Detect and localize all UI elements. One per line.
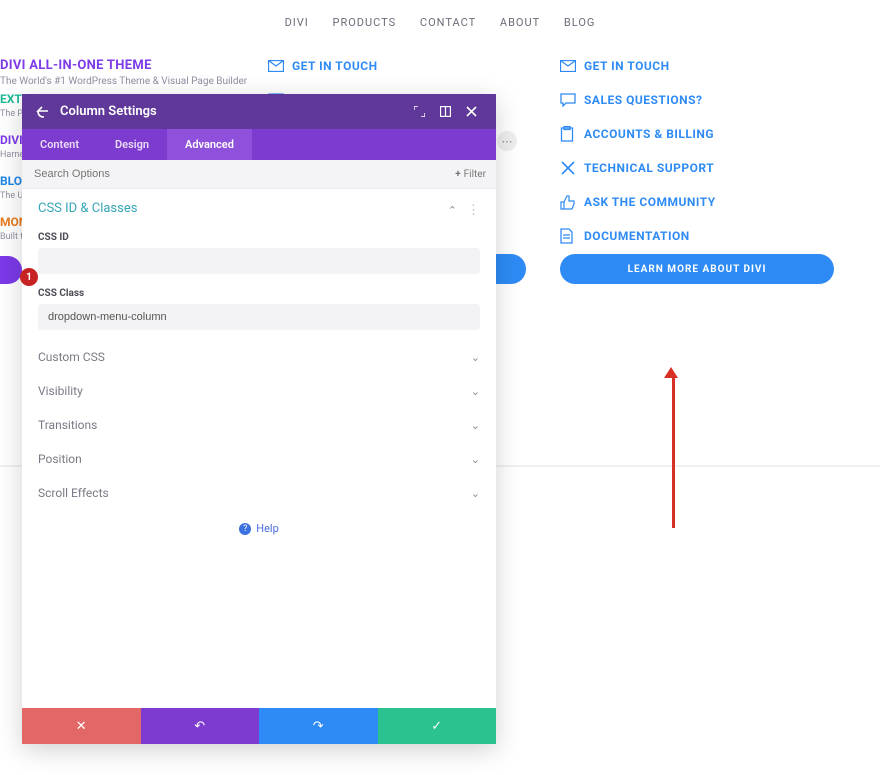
modal-body: CSS ID & Classes ⌃⋮ CSS ID CSS Class Cus… (22, 189, 496, 708)
hero-subtitle: The World's #1 WordPress Theme & Visual … (0, 76, 250, 87)
css-id-label: CSS ID (38, 232, 480, 243)
back-button[interactable] (36, 105, 50, 119)
tab-design[interactable]: Design (97, 129, 167, 160)
mail-icon (560, 60, 584, 72)
expand-icon[interactable] (414, 106, 430, 117)
field-css-class: CSS Class (22, 284, 496, 340)
link-label: GET IN TOUCH (292, 59, 378, 73)
ellipsis-badge[interactable]: ⋯ (497, 131, 517, 151)
nav-blog[interactable]: BLOG (564, 16, 596, 29)
link-label: DOCUMENTATION (584, 229, 690, 243)
link-label: TECHNICAL SUPPORT (584, 161, 714, 175)
chevron-up-icon: ⌃ (448, 204, 457, 217)
link-sales-questions[interactable]: SALES QUESTIONS? (560, 90, 830, 110)
css-class-label: CSS Class (38, 288, 480, 299)
redo-button[interactable]: ↷ (259, 708, 378, 744)
link-label: SALES QUESTIONS? (584, 93, 702, 107)
arrow-head-icon (664, 367, 678, 378)
link-get-in-touch[interactable]: GET IN TOUCH (268, 56, 538, 76)
section-visibility[interactable]: Visibility⌄ (22, 374, 496, 408)
css-class-input[interactable] (38, 304, 480, 330)
chevron-down-icon: ⌄ (471, 385, 480, 398)
section-css-id-classes[interactable]: CSS ID & Classes ⌃⋮ (22, 189, 496, 228)
top-nav: DIVI PRODUCTS CONTACT ABOUT BLOG (0, 16, 880, 29)
undo-button[interactable]: ↶ (141, 708, 260, 744)
chevron-down-icon: ⌄ (471, 351, 480, 364)
hero-button-stub[interactable] (0, 256, 22, 284)
close-icon: ✕ (76, 719, 87, 734)
help-icon: ? (239, 523, 251, 535)
snap-icon[interactable] (440, 106, 456, 117)
link-documentation[interactable]: DOCUMENTATION (560, 226, 830, 246)
modal-header: Column Settings (22, 94, 496, 129)
modal-tabs: Content Design Advanced (22, 129, 496, 160)
mail-icon (268, 60, 292, 72)
save-button[interactable]: ✓ (378, 708, 497, 744)
tools-icon (560, 160, 584, 176)
nav-divi[interactable]: DIVI (285, 16, 309, 29)
section-transitions[interactable]: Transitions⌄ (22, 408, 496, 442)
undo-icon: ↶ (194, 719, 205, 734)
kebab-icon[interactable]: ⋮ (467, 203, 480, 218)
nav-contact[interactable]: CONTACT (420, 16, 476, 29)
chevron-down-icon: ⌄ (471, 487, 480, 500)
modal-title: Column Settings (60, 104, 404, 119)
link-ask-community[interactable]: ASK THE COMMUNITY (560, 192, 830, 212)
discard-button[interactable]: ✕ (22, 708, 141, 744)
annotation-marker-1: 1 (20, 268, 38, 286)
link-get-in-touch[interactable]: GET IN TOUCH (560, 56, 830, 76)
modal-footer: ✕ ↶ ↷ ✓ (22, 708, 496, 744)
nav-products[interactable]: PRODUCTS (333, 16, 397, 29)
search-input[interactable] (22, 160, 445, 188)
css-id-input[interactable] (38, 248, 480, 274)
link-label: ACCOUNTS & BILLING (584, 127, 714, 141)
section-scroll-effects[interactable]: Scroll Effects⌄ (22, 476, 496, 510)
hero: DIVI ALL-IN-ONE THEME The World's #1 Wor… (0, 58, 250, 87)
tab-content[interactable]: Content (22, 129, 97, 160)
arrow-line (672, 378, 675, 528)
filter-button[interactable]: +Filter (445, 163, 496, 186)
document-icon (560, 228, 584, 244)
chevron-down-icon: ⌄ (471, 453, 480, 466)
section-position[interactable]: Position⌄ (22, 442, 496, 476)
redo-icon: ↷ (313, 719, 324, 734)
chevron-down-icon: ⌄ (471, 419, 480, 432)
cta-stub[interactable] (496, 254, 526, 284)
section-custom-css[interactable]: Custom CSS⌄ (22, 340, 496, 374)
link-label: GET IN TOUCH (584, 59, 670, 73)
search-bar: +Filter (22, 160, 496, 189)
contact-links-right: GET IN TOUCH SALES QUESTIONS? ACCOUNTS &… (560, 56, 830, 260)
link-technical-support[interactable]: TECHNICAL SUPPORT (560, 158, 830, 178)
chat-icon (560, 93, 584, 107)
nav-about[interactable]: ABOUT (500, 16, 540, 29)
column-settings-modal: Column Settings Content Design Advanced … (22, 94, 496, 744)
clipboard-icon (560, 126, 584, 142)
annotation-arrow (669, 367, 678, 528)
hero-title: DIVI ALL-IN-ONE THEME (0, 58, 250, 73)
field-css-id: CSS ID (22, 228, 496, 284)
learn-more-button[interactable]: LEARN MORE ABOUT DIVI (560, 254, 834, 284)
check-icon: ✓ (431, 719, 442, 734)
link-accounts-billing[interactable]: ACCOUNTS & BILLING (560, 124, 830, 144)
link-label: ASK THE COMMUNITY (584, 195, 716, 209)
tab-advanced[interactable]: Advanced (167, 129, 252, 160)
close-icon[interactable] (466, 106, 482, 117)
help-link[interactable]: ?Help (22, 510, 496, 547)
thumbs-up-icon (560, 195, 584, 210)
